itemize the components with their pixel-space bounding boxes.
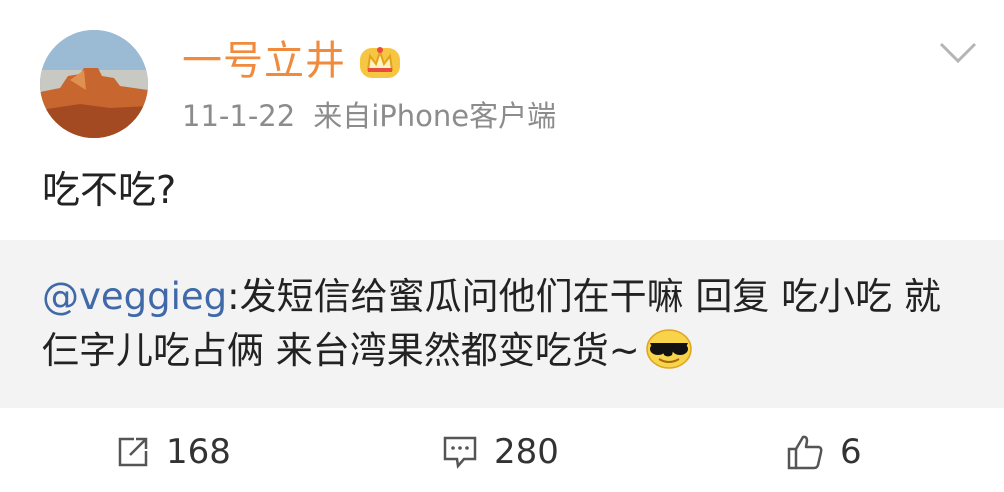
post-source[interactable]: 来自iPhone客户端 xyxy=(313,99,556,133)
repost-content: @veggieg:发短信给蜜瓜问他们在干嘛 回复 吃小吃 就仨字儿吃占俩 来台湾… xyxy=(42,270,972,378)
post-date: 11-1-22 xyxy=(182,99,296,133)
post-text: 吃不吃? xyxy=(42,168,177,212)
weibo-post-card: 一号立井 11-1-22 来自iPhone客户端 吃不吃? @veggieg:发短… xyxy=(0,0,1004,492)
like-button[interactable]: 6 xyxy=(786,430,862,474)
username[interactable]: 一号立井 xyxy=(182,37,346,85)
comment-count: 280 xyxy=(494,432,559,472)
post-meta: 11-1-22 来自iPhone客户端 xyxy=(182,98,556,134)
repost-button[interactable]: 168 xyxy=(116,430,231,474)
sunglasses-emoji-icon xyxy=(646,329,692,369)
repost-mention[interactable]: @veggieg xyxy=(42,275,227,318)
chevron-down-icon[interactable] xyxy=(938,40,978,66)
like-count: 6 xyxy=(840,432,862,472)
comment-button[interactable]: 280 xyxy=(442,430,559,474)
avatar[interactable] xyxy=(40,30,148,138)
repost-count: 168 xyxy=(166,432,231,472)
action-bar: 168 280 6 xyxy=(0,408,1004,492)
repost-icon xyxy=(118,437,148,467)
repost-box[interactable]: @veggieg:发短信给蜜瓜问他们在干嘛 回复 吃小吃 就仨字儿吃占俩 来台湾… xyxy=(0,240,1004,408)
like-icon xyxy=(787,435,823,470)
crown-badge-icon xyxy=(360,47,400,78)
comment-icon xyxy=(443,436,477,469)
